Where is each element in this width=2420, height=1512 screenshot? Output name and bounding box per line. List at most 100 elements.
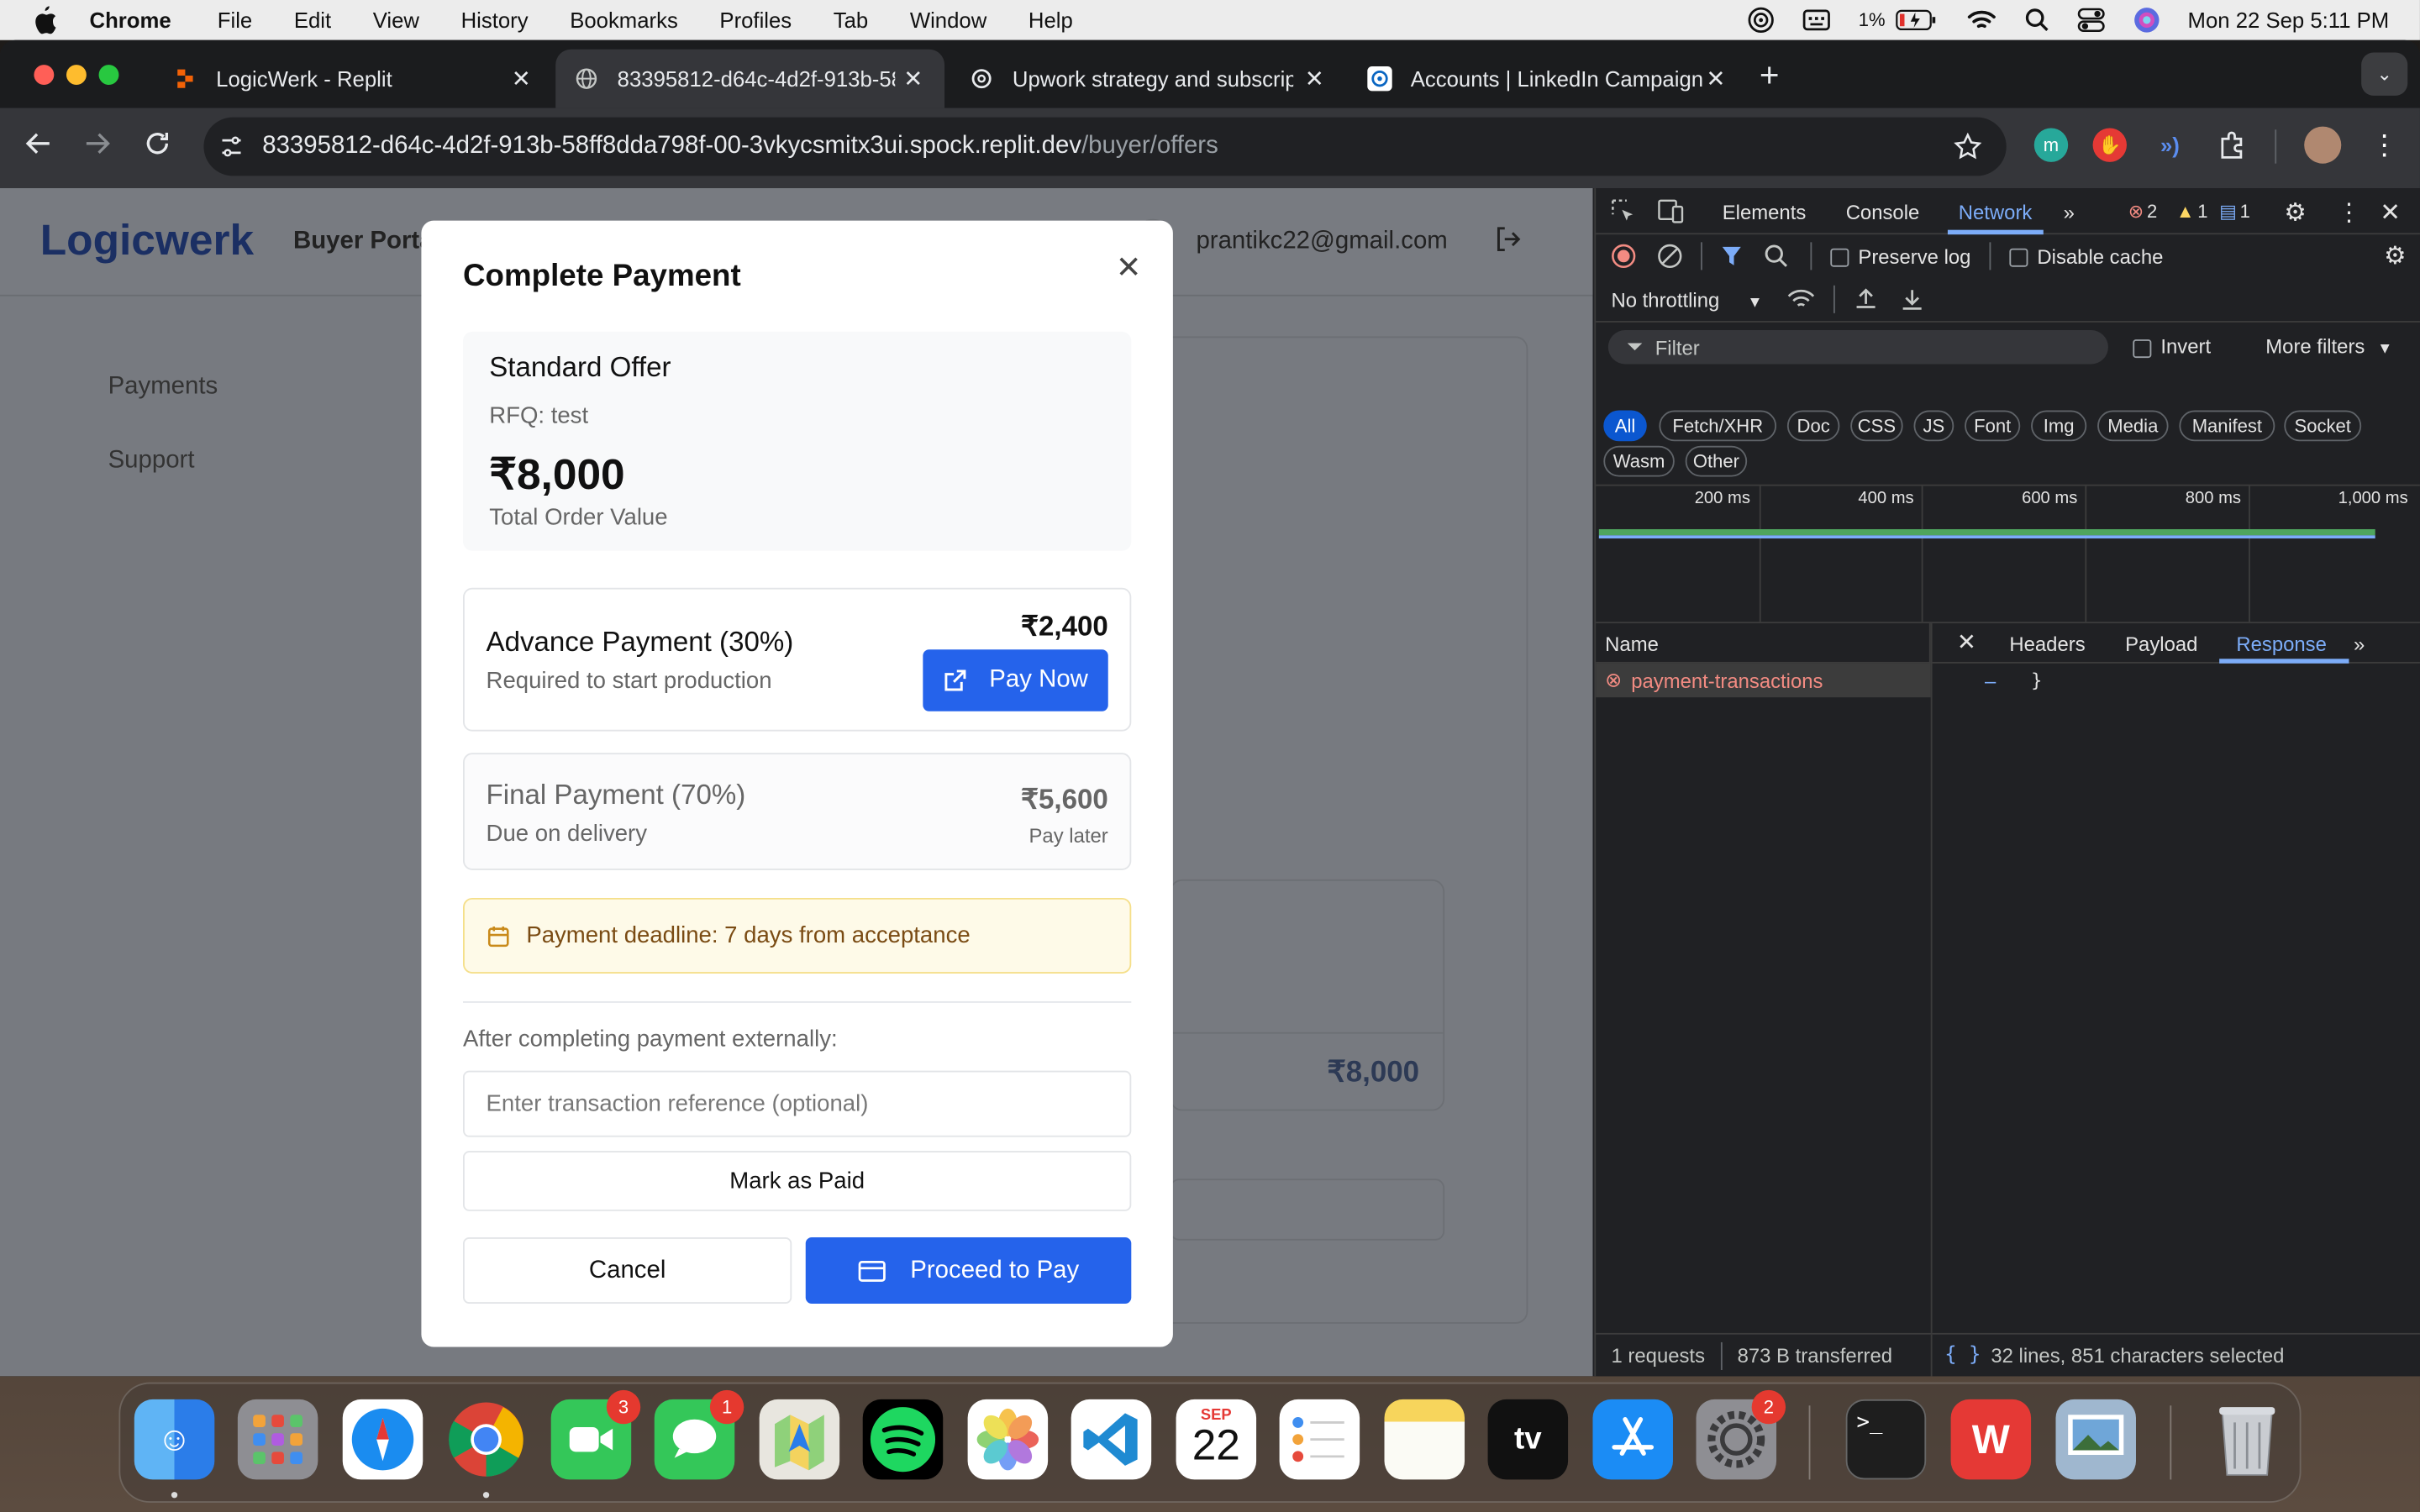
close-tab-icon[interactable]: ✕ — [1706, 65, 1725, 92]
sidebar-item-support[interactable]: Support — [108, 448, 195, 475]
zoom-window-button[interactable] — [98, 65, 119, 86]
error-icon[interactable]: ⊗ 2 — [2128, 201, 2157, 223]
menu-bookmarks[interactable]: Bookmarks — [570, 8, 678, 32]
more-menu-icon[interactable]: ⋮ — [2367, 128, 2401, 161]
response-body[interactable]: } — [2031, 669, 2042, 691]
notes-icon[interactable] — [1384, 1399, 1465, 1480]
chip-js[interactable]: JS — [1913, 410, 1954, 442]
preview-icon[interactable] — [2055, 1399, 2136, 1480]
back-icon[interactable] — [24, 129, 52, 165]
chrome-icon[interactable] — [446, 1399, 527, 1480]
tab-console[interactable]: Console — [1846, 201, 1920, 224]
close-tab-icon[interactable]: ✕ — [512, 65, 531, 92]
apple-tv-icon[interactable]: tv — [1487, 1399, 1569, 1480]
mark-as-paid-button[interactable]: Mark as Paid — [463, 1151, 1132, 1211]
throttling-select[interactable]: No throttling ▼ — [1612, 288, 1763, 312]
extension-wave-icon[interactable]: ») — [2153, 128, 2186, 161]
menu-window[interactable]: Window — [910, 8, 986, 32]
close-icon[interactable]: ✕ — [1116, 249, 1142, 287]
warning-icon[interactable]: ▲ 1 — [2176, 201, 2208, 223]
chip-manifest[interactable]: Manifest — [2179, 410, 2275, 442]
airdrop-icon[interactable] — [1747, 6, 1775, 34]
info-icon[interactable]: ▤ 1 — [2219, 201, 2250, 223]
tab-replit-dev[interactable]: 83395812-d64c-4d2f-913b-58ff8dda798f-00-… — [555, 49, 945, 108]
trash-icon[interactable] — [2207, 1399, 2287, 1480]
extension-hand-icon[interactable]: ✋ — [2092, 128, 2127, 162]
close-detail-icon[interactable]: ✕ — [1957, 628, 1976, 655]
close-devtools-icon[interactable]: ✕ — [2380, 197, 2401, 228]
battery-icon[interactable] — [1895, 9, 1938, 31]
proceed-to-pay-button[interactable]: Proceed to Pay — [805, 1237, 1132, 1305]
transaction-reference-input[interactable] — [463, 1070, 1132, 1137]
menu-tab[interactable]: Tab — [834, 8, 868, 32]
wifi-icon[interactable] — [1965, 8, 1996, 32]
extensions-puzzle-icon[interactable] — [2215, 128, 2249, 161]
facetime-icon[interactable]: 3 — [550, 1389, 641, 1480]
bookmark-star-icon[interactable] — [1954, 132, 1982, 160]
site-info-icon[interactable] — [219, 134, 244, 159]
close-tab-icon[interactable]: ✕ — [903, 65, 923, 92]
inspect-icon[interactable] — [1612, 199, 1636, 223]
menu-help[interactable]: Help — [1028, 8, 1073, 32]
new-tab-icon[interactable]: + — [1760, 55, 1780, 96]
cancel-button[interactable]: Cancel — [463, 1237, 792, 1305]
menu-app-name[interactable]: Chrome — [90, 8, 171, 32]
menu-profiles[interactable]: Profiles — [719, 8, 792, 32]
wps-office-icon[interactable]: W — [1950, 1399, 2032, 1480]
tab-upwork-strategy[interactable]: Upwork strategy and subscription ✕ — [950, 50, 1345, 108]
settings-gear-icon[interactable]: ⚙ — [2284, 197, 2306, 228]
filter-funnel-icon[interactable] — [1721, 245, 1743, 267]
import-har-icon[interactable] — [1854, 287, 1878, 312]
chip-doc[interactable]: Doc — [1786, 410, 1840, 442]
chip-all[interactable]: All — [1603, 410, 1647, 442]
pay-now-button[interactable]: Pay Now — [923, 649, 1108, 711]
chip-media[interactable]: Media — [2097, 410, 2169, 442]
search-icon[interactable] — [1764, 244, 1788, 268]
vscode-icon[interactable] — [1071, 1399, 1152, 1480]
menu-edit[interactable]: Edit — [294, 8, 331, 32]
keyboard-icon[interactable] — [1803, 9, 1831, 31]
tab-headers[interactable]: Headers — [2009, 633, 2085, 656]
forward-icon[interactable] — [83, 129, 111, 165]
network-timeline[interactable]: 200 ms 400 ms 600 ms 800 ms 1,000 ms — [1596, 484, 2420, 624]
logout-icon[interactable] — [1494, 225, 1522, 260]
minimize-window-button[interactable] — [66, 65, 87, 86]
sidebar-item-payments[interactable]: Payments — [108, 373, 218, 401]
menu-history[interactable]: History — [461, 8, 529, 32]
more-tabs-icon[interactable]: » — [2064, 201, 2075, 224]
close-tab-icon[interactable]: ✕ — [1305, 65, 1324, 92]
reload-icon[interactable] — [144, 129, 171, 165]
disable-cache-checkbox[interactable]: Disable cache — [2009, 244, 2163, 268]
tab-search-icon[interactable]: ⌄ — [2361, 52, 2408, 96]
chip-img[interactable]: Img — [2031, 410, 2087, 442]
menu-file[interactable]: File — [218, 8, 252, 32]
spotlight-icon[interactable] — [2024, 8, 2049, 32]
more-filters-dropdown[interactable]: More filters ▼ — [2265, 335, 2392, 359]
request-row[interactable]: ⊗ payment-transactions — [1596, 663, 1931, 698]
chip-css[interactable]: CSS — [1850, 410, 1903, 442]
profile-avatar[interactable] — [2304, 126, 2342, 164]
app-store-icon[interactable] — [1592, 1399, 1673, 1480]
pretty-print-icon[interactable]: { } — [1944, 1344, 1981, 1368]
safari-icon[interactable] — [342, 1399, 424, 1480]
launchpad-icon[interactable] — [237, 1399, 318, 1480]
apple-icon[interactable] — [31, 6, 59, 34]
clear-icon[interactable] — [1658, 244, 1682, 269]
tab-network[interactable]: Network — [1959, 201, 2033, 224]
extension-m-icon[interactable]: m — [2033, 128, 2069, 162]
photos-icon[interactable] — [967, 1399, 1049, 1480]
invert-checkbox[interactable]: Invert — [2133, 335, 2211, 358]
siri-icon[interactable] — [2132, 6, 2160, 34]
address-bar[interactable]: 83395812-d64c-4d2f-913b-58ff8dda798f-00-… — [203, 117, 2007, 176]
filter-input[interactable]: ⏷ Filter — [1607, 330, 2108, 365]
chip-font[interactable]: Font — [1965, 410, 2021, 442]
menu-view[interactable]: View — [373, 8, 419, 32]
close-window-button[interactable] — [34, 65, 55, 86]
devtools-menu-icon[interactable]: ⋮ — [2337, 197, 2361, 228]
reminders-icon[interactable] — [1279, 1399, 1360, 1480]
chip-fetch-xhr[interactable]: Fetch/XHR — [1659, 410, 1777, 442]
tab-payload[interactable]: Payload — [2125, 633, 2197, 656]
chip-socket[interactable]: Socket — [2284, 410, 2362, 442]
preserve-log-checkbox[interactable]: Preserve log — [1830, 244, 1970, 268]
name-column-header[interactable]: Name — [1596, 623, 1931, 664]
